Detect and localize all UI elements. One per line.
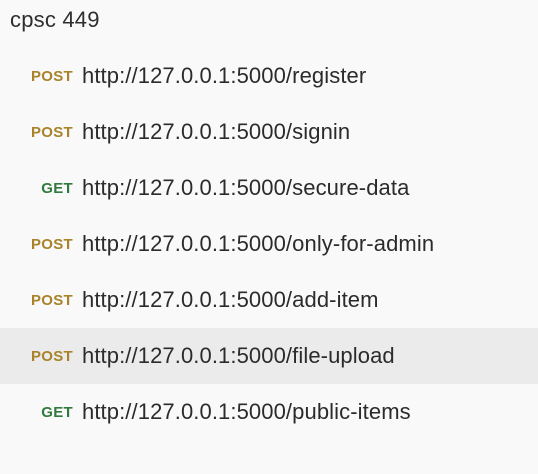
request-url: http://127.0.0.1:5000/file-upload <box>82 343 395 368</box>
method-badge: POST <box>30 67 73 85</box>
request-item-file-upload[interactable]: POST http://127.0.0.1:5000/file-upload <box>0 328 538 384</box>
collection-title[interactable]: cpsc 449 <box>10 6 100 34</box>
method-badge: POST <box>30 291 73 309</box>
request-url: http://127.0.0.1:5000/only-for-admin <box>82 231 435 256</box>
request-item-register[interactable]: POST http://127.0.0.1:5000/register <box>0 48 538 104</box>
method-badge: POST <box>30 235 73 253</box>
request-url: http://127.0.0.1:5000/public-items <box>82 399 411 424</box>
request-item-secure-data[interactable]: GET http://127.0.0.1:5000/secure-data <box>0 160 538 216</box>
request-list: POST http://127.0.0.1:5000/register POST… <box>0 48 538 440</box>
method-badge: POST <box>30 123 73 141</box>
method-badge: GET <box>41 179 73 197</box>
request-url: http://127.0.0.1:5000/add-item <box>82 287 379 312</box>
request-item-signin[interactable]: POST http://127.0.0.1:5000/signin <box>0 104 538 160</box>
request-url: http://127.0.0.1:5000/secure-data <box>82 175 410 200</box>
request-item-only-for-admin[interactable]: POST http://127.0.0.1:5000/only-for-admi… <box>0 216 538 272</box>
request-url: http://127.0.0.1:5000/signin <box>82 119 351 144</box>
method-badge: POST <box>30 347 73 365</box>
method-badge: GET <box>41 403 73 421</box>
request-item-public-items[interactable]: GET http://127.0.0.1:5000/public-items <box>0 384 538 440</box>
request-item-add-item[interactable]: POST http://127.0.0.1:5000/add-item <box>0 272 538 328</box>
request-url: http://127.0.0.1:5000/register <box>82 63 367 88</box>
collection-panel: cpsc 449 POST http://127.0.0.1:5000/regi… <box>0 0 538 474</box>
